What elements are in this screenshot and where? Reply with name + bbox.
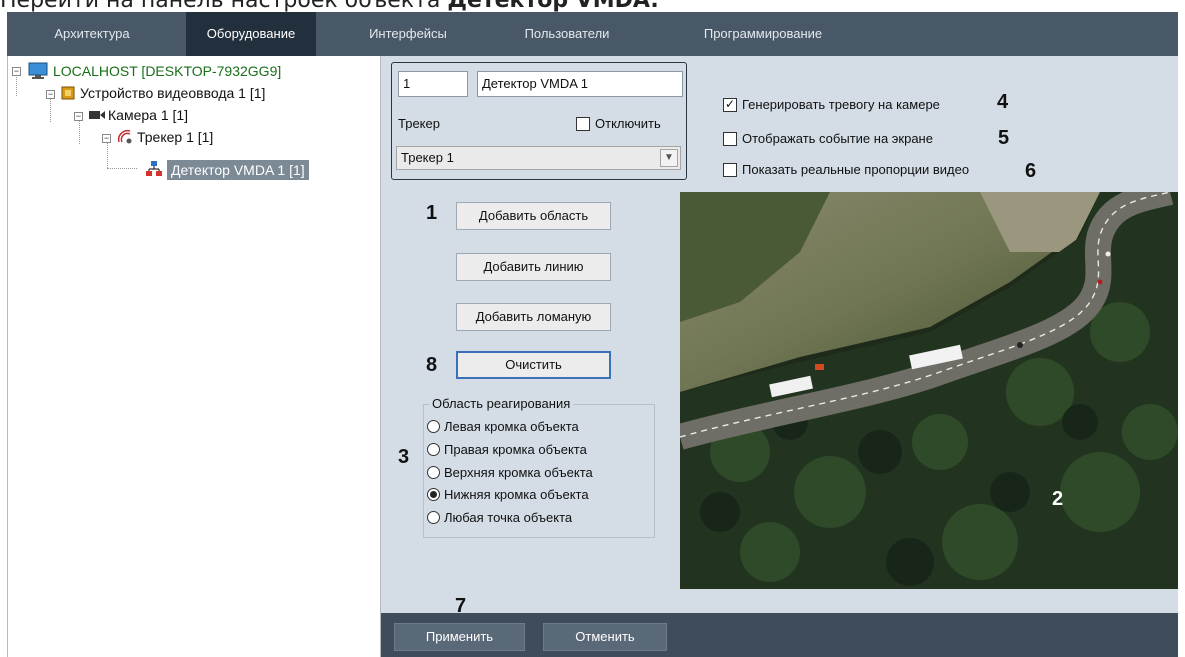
tab-interfaces[interactable]: Интерфейсы [353,12,463,56]
road-aerial-image [680,192,1178,589]
callout-3: 3 [398,446,410,468]
collapse-toggle[interactable]: − [12,67,21,76]
radio-label: Нижняя кромка объекта [444,487,589,502]
tree-item-camera[interactable]: Камера 1 [1] [108,105,188,125]
radio-button[interactable] [427,466,440,479]
real-proportions-checkbox[interactable] [723,163,737,177]
callout-5: 5 [998,127,1010,149]
disable-label: Отключить [595,116,661,131]
add-line-button[interactable]: Добавить линию [456,253,611,281]
tree-connector [107,168,137,169]
radio-button[interactable] [427,420,440,433]
apply-button[interactable]: Применить [394,623,525,651]
tree-item-detector[interactable]: Детектор VMDA 1 [1] [167,160,309,180]
tree-item-host[interactable]: LOCALHOST [DESKTOP-7932GG9] [53,61,281,81]
tree-item-device[interactable]: Устройство видеоввода 1 [1] [80,83,265,103]
radio-button[interactable] [427,443,440,456]
show-event-checkbox[interactable] [723,132,737,146]
radio-left-edge[interactable]: Левая кромка объекта [427,416,579,438]
collapse-toggle[interactable]: − [74,112,83,121]
radio-label: Любая точка объекта [444,510,573,525]
callout-4: 4 [997,91,1009,113]
radio-button[interactable] [427,511,440,524]
collapse-toggle[interactable]: − [102,134,111,143]
callout-7: 7 [455,595,467,617]
add-area-button[interactable]: Добавить область [456,202,611,230]
bottom-action-bar: 7 Применить Отменить [381,595,1178,657]
collapse-toggle[interactable]: − [46,90,55,99]
radio-right-edge[interactable]: Правая кромка объекта [427,439,587,461]
computer-icon [28,62,48,79]
add-polyline-button[interactable]: Добавить ломаную [456,303,611,331]
radio-label: Правая кромка объекта [444,442,587,457]
tab-architecture[interactable]: Архитектура [17,12,167,56]
tracker-icon [117,129,132,144]
radio-label: Левая кромка объекта [444,419,579,434]
tab-users[interactable]: Пользователи [507,12,627,56]
detector-icon [146,161,162,176]
cancel-button[interactable]: Отменить [543,623,667,651]
tab-equipment[interactable]: Оборудование [186,12,316,56]
callout-1: 1 [426,202,438,224]
radio-button-selected[interactable] [427,488,440,501]
callout-6: 6 [1025,160,1037,182]
tracker-select[interactable]: Трекер 1 ▼ [396,146,681,170]
disable-checkbox[interactable] [576,117,590,131]
video-preview[interactable]: 2 [680,192,1178,589]
show-event-label: Отображать событие на экране [742,131,933,146]
object-id-field[interactable]: 1 [398,71,468,97]
object-name-field[interactable]: Детектор VMDA 1 [477,71,683,97]
callout-8: 8 [426,354,438,376]
radio-bottom-edge[interactable]: Нижняя кромка объекта [427,484,589,506]
tracker-select-value: Трекер 1 [401,150,454,165]
main-tab-bar: Архитектура Оборудование Интерфейсы Поль… [7,12,1178,56]
generate-alarm-label: Генерировать тревогу на камере [742,97,940,112]
generate-alarm-checkbox[interactable]: ✓ [723,98,737,112]
radio-any-point[interactable]: Любая точка объекта [427,507,572,529]
tab-programming[interactable]: Программирование [683,12,843,56]
tracker-label: Трекер [398,116,440,131]
radio-top-edge[interactable]: Верхняя кромка объекта [427,462,593,484]
object-tree: − LOCALHOST [DESKTOP-7932GG9] − Устройст… [7,56,381,657]
detector-settings-panel: 1 Детектор VMDA 1 Трекер Отключить Треке… [381,56,1178,657]
tree-connector [16,74,17,96]
callout-2: 2 [1052,488,1064,510]
clear-button[interactable]: Очистить [456,351,611,379]
chip-icon [61,86,75,100]
response-area-title: Область реагирования [429,396,574,411]
real-proportions-label: Показать реальные пропорции видео [742,162,970,177]
radio-label: Верхняя кромка объекта [444,465,593,480]
camera-icon [89,111,105,119]
tree-item-tracker[interactable]: Трекер 1 [1] [137,127,213,147]
chevron-down-icon[interactable]: ▼ [660,149,678,167]
